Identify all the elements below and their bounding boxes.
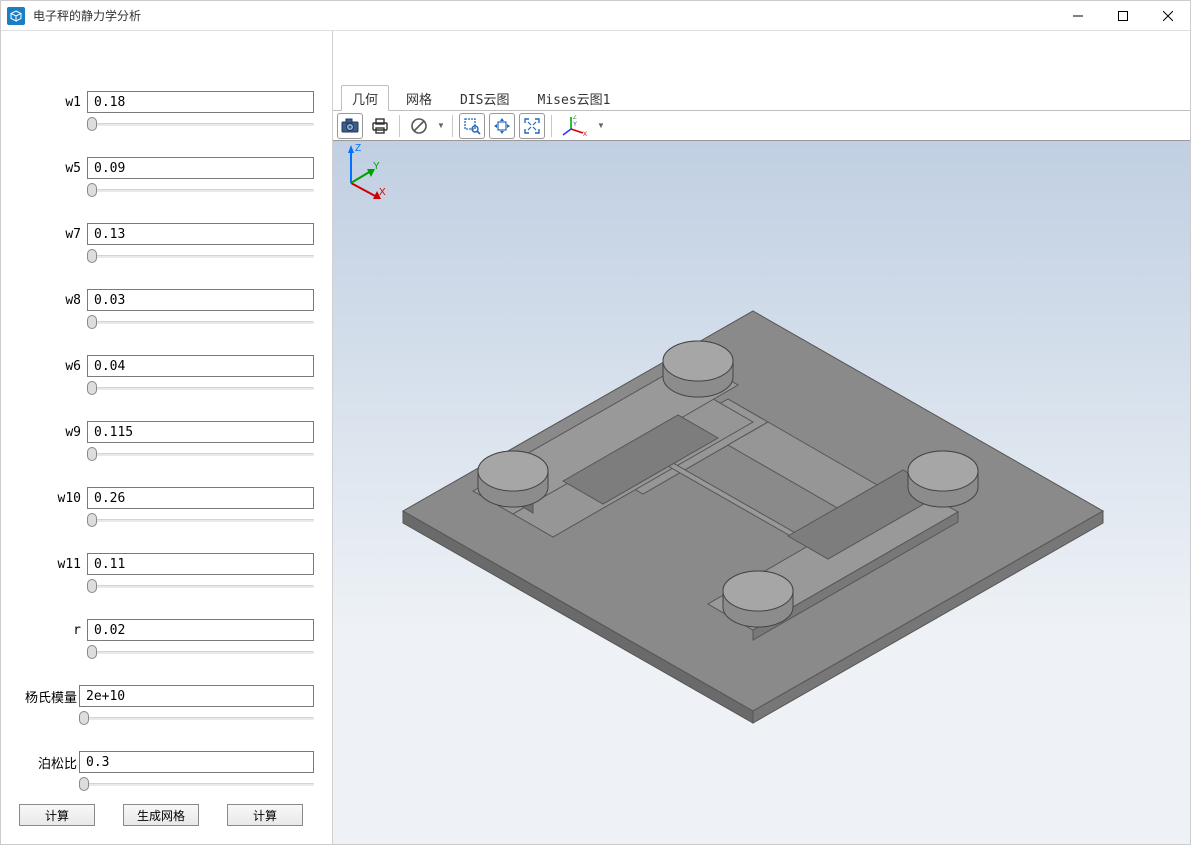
- compute-button-1[interactable]: 计算: [19, 804, 95, 826]
- minimize-button[interactable]: [1055, 1, 1100, 31]
- param-label: r: [19, 623, 87, 638]
- param-label: w5: [19, 161, 87, 176]
- param-input-w8[interactable]: [87, 289, 314, 311]
- param-row-w5: w5: [19, 157, 314, 215]
- model-render: [333, 141, 1190, 844]
- tab-bar: 几何 网格 DIS云图 Mises云图1: [333, 89, 1190, 111]
- param-input-w11[interactable]: [87, 553, 314, 575]
- param-slider-w5[interactable]: [87, 183, 314, 197]
- camera-icon[interactable]: [337, 113, 363, 139]
- param-slider-w9[interactable]: [87, 447, 314, 461]
- param-label: w8: [19, 293, 87, 308]
- param-label: w1: [19, 95, 87, 110]
- param-slider-w1[interactable]: [87, 117, 314, 131]
- param-input-w6[interactable]: [87, 355, 314, 377]
- generate-mesh-button[interactable]: 生成网格: [123, 804, 199, 826]
- parameter-panel: w1 w5 w7: [1, 31, 333, 844]
- param-label: w10: [19, 491, 87, 506]
- fit-extents-icon[interactable]: [519, 113, 545, 139]
- toolbar-separator: [551, 115, 552, 137]
- print-icon[interactable]: [367, 113, 393, 139]
- param-label: w11: [19, 557, 87, 572]
- param-label: w9: [19, 425, 87, 440]
- param-label: 泊松比: [19, 753, 79, 772]
- svg-text:Z: Z: [573, 115, 577, 121]
- orientation-triad: Z X Y: [333, 141, 393, 201]
- param-input-w9[interactable]: [87, 421, 314, 443]
- tab-geometry[interactable]: 几何: [341, 85, 389, 111]
- triad-x-label: X: [379, 187, 386, 198]
- param-slider-r[interactable]: [87, 645, 314, 659]
- param-label: 杨氏模量: [19, 687, 79, 706]
- 3d-viewport[interactable]: Z X Y: [333, 141, 1190, 844]
- dropdown-arrow-icon[interactable]: ▼: [596, 113, 606, 139]
- param-slider-w11[interactable]: [87, 579, 314, 593]
- param-row-w11: w11: [19, 553, 314, 611]
- param-slider-youngs[interactable]: [79, 711, 314, 725]
- param-label: w7: [19, 227, 87, 242]
- dropdown-arrow-icon[interactable]: ▼: [436, 113, 446, 139]
- window-title: 电子秤的静力学分析: [33, 7, 1055, 24]
- tab-mises-contour[interactable]: Mises云图1: [527, 85, 622, 111]
- param-row-w7: w7: [19, 223, 314, 281]
- viewer-toolbar: ▼: [333, 111, 1190, 141]
- svg-text:Y: Y: [573, 122, 577, 128]
- param-slider-poisson[interactable]: [79, 777, 314, 791]
- param-input-r[interactable]: [87, 619, 314, 641]
- toolbar-separator: [399, 115, 400, 137]
- axis-orient-icon[interactable]: Z X Y: [558, 113, 592, 139]
- button-row: 计算 生成网格 计算: [19, 804, 314, 826]
- param-row-youngs: 杨氏模量: [19, 685, 314, 743]
- tab-mesh[interactable]: 网格: [395, 85, 443, 111]
- param-row-poisson: 泊松比: [19, 751, 314, 791]
- triad-y-label: Y: [373, 161, 380, 172]
- param-slider-w8[interactable]: [87, 315, 314, 329]
- param-input-youngs[interactable]: [79, 685, 314, 707]
- param-slider-w7[interactable]: [87, 249, 314, 263]
- svg-text:X: X: [583, 132, 587, 137]
- param-row-w9: w9: [19, 421, 314, 479]
- right-panel: 几何 网格 DIS云图 Mises云图1: [333, 31, 1190, 844]
- zoom-box-icon[interactable]: [459, 113, 485, 139]
- compute-button-2[interactable]: 计算: [227, 804, 303, 826]
- window-controls: [1055, 1, 1190, 31]
- param-label: w6: [19, 359, 87, 374]
- maximize-button[interactable]: [1100, 1, 1145, 31]
- param-input-w5[interactable]: [87, 157, 314, 179]
- param-row-w6: w6: [19, 355, 314, 413]
- param-slider-w6[interactable]: [87, 381, 314, 395]
- app-icon: [7, 7, 25, 25]
- toolbar-separator: [452, 115, 453, 137]
- pan-icon[interactable]: [489, 113, 515, 139]
- param-input-w7[interactable]: [87, 223, 314, 245]
- param-slider-w10[interactable]: [87, 513, 314, 527]
- param-row-r: r: [19, 619, 314, 677]
- no-entry-icon[interactable]: [406, 113, 432, 139]
- close-button[interactable]: [1145, 1, 1190, 31]
- param-input-w1[interactable]: [87, 91, 314, 113]
- tab-dis-contour[interactable]: DIS云图: [449, 85, 520, 111]
- titlebar: 电子秤的静力学分析: [1, 1, 1190, 31]
- param-input-w10[interactable]: [87, 487, 314, 509]
- param-row-w1: w1: [19, 91, 314, 149]
- param-row-w10: w10: [19, 487, 314, 545]
- param-row-w8: w8: [19, 289, 314, 347]
- triad-z-label: Z: [355, 143, 361, 154]
- param-input-poisson[interactable]: [79, 751, 314, 773]
